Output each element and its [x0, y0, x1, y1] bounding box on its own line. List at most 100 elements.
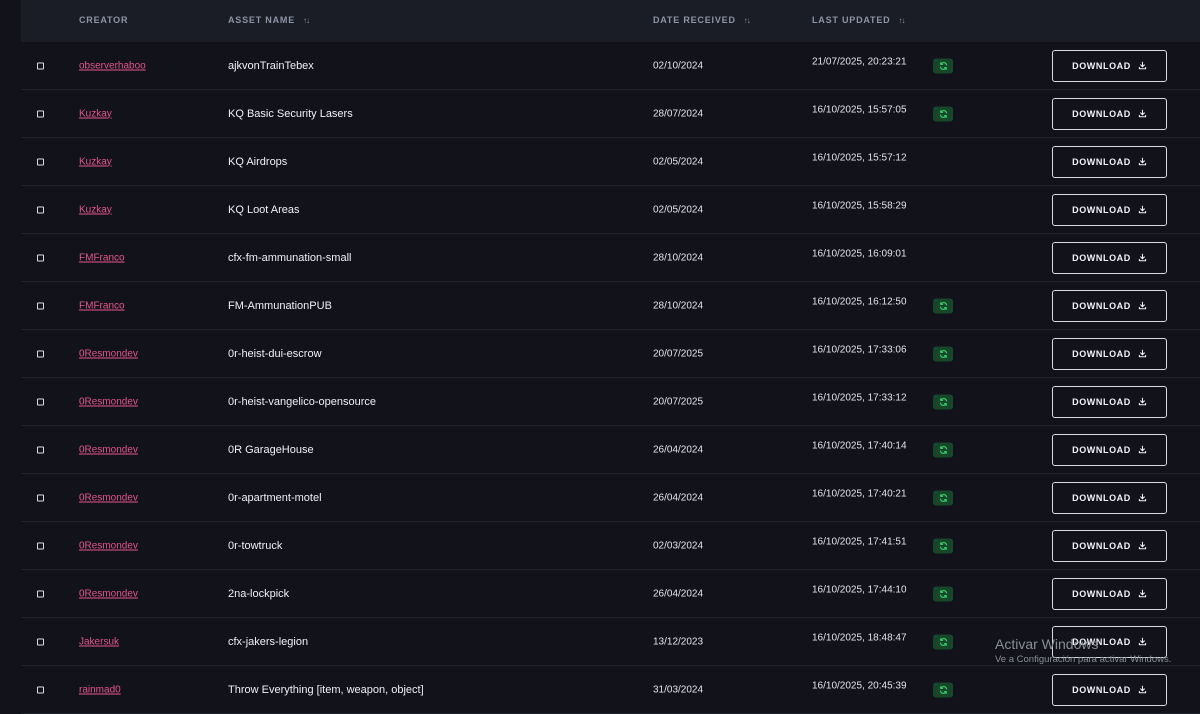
- row-checkbox[interactable]: [37, 686, 44, 693]
- creator-link[interactable]: 0Resmondev: [79, 348, 138, 359]
- creator-link[interactable]: 0Resmondev: [79, 540, 138, 551]
- row-checkbox[interactable]: [37, 494, 44, 501]
- download-button[interactable]: DOWNLOAD: [1052, 529, 1167, 562]
- refresh-icon: [939, 349, 948, 358]
- row-checkbox[interactable]: [37, 254, 44, 261]
- date-received: 26/04/2024: [653, 588, 704, 599]
- creator-link[interactable]: Kuzkay: [79, 156, 112, 167]
- update-available-button[interactable]: [933, 538, 953, 553]
- date-received: 26/04/2024: [653, 444, 704, 455]
- last-updated: 16/10/2025, 17:40:21: [812, 488, 907, 499]
- download-button[interactable]: DOWNLOAD: [1052, 241, 1167, 274]
- refresh-icon: [939, 589, 948, 598]
- download-icon: [1138, 685, 1147, 694]
- asset-name: KQ Loot Areas: [228, 203, 300, 216]
- row-checkbox[interactable]: [37, 590, 44, 597]
- sort-arrows-icon[interactable]: ↑↓: [898, 16, 905, 25]
- column-header-asset-name[interactable]: ASSET NAME ↑↓: [228, 15, 310, 25]
- creator-link[interactable]: 0Resmondev: [79, 588, 138, 599]
- update-available-button[interactable]: [933, 634, 953, 649]
- download-button[interactable]: DOWNLOAD: [1052, 673, 1167, 706]
- row-checkbox[interactable]: [37, 446, 44, 453]
- update-available-button[interactable]: [933, 106, 953, 121]
- creator-link[interactable]: FMFranco: [79, 252, 125, 263]
- creator-link[interactable]: Kuzkay: [79, 204, 112, 215]
- download-button[interactable]: DOWNLOAD: [1052, 337, 1167, 370]
- download-icon: [1138, 445, 1147, 454]
- creator-link[interactable]: FMFranco: [79, 300, 125, 311]
- update-available-button[interactable]: [933, 298, 953, 313]
- table-row: observerhaboo ajkvonTrainTebex 02/10/2024 2…: [21, 42, 1200, 90]
- last-updated: 16/10/2025, 17:33:06: [812, 344, 907, 355]
- last-updated: 16/10/2025, 17:33:12: [812, 392, 907, 403]
- column-header-date-received[interactable]: DATE RECEIVED ↑↓: [653, 15, 751, 25]
- download-label: DOWNLOAD: [1072, 156, 1131, 167]
- date-received: 20/07/2025: [653, 348, 704, 359]
- last-updated: 16/10/2025, 17:40:14: [812, 440, 907, 451]
- row-checkbox[interactable]: [37, 158, 44, 165]
- row-checkbox[interactable]: [37, 542, 44, 549]
- refresh-icon: [939, 685, 948, 694]
- download-icon: [1138, 301, 1147, 310]
- asset-name: KQ Airdrops: [228, 155, 288, 168]
- download-label: DOWNLOAD: [1072, 588, 1131, 599]
- creator-link[interactable]: 0Resmondev: [79, 492, 138, 503]
- column-header-creator: CREATOR: [79, 15, 129, 25]
- row-checkbox[interactable]: [37, 638, 44, 645]
- date-received: 13/12/2023: [653, 636, 704, 647]
- date-received: 28/10/2024: [653, 252, 704, 263]
- download-button[interactable]: DOWNLOAD: [1052, 289, 1167, 322]
- row-checkbox[interactable]: [37, 350, 44, 357]
- download-button[interactable]: DOWNLOAD: [1052, 577, 1167, 610]
- refresh-icon: [939, 541, 948, 550]
- download-button[interactable]: DOWNLOAD: [1052, 49, 1167, 82]
- column-header-last-updated[interactable]: LAST UPDATED ↑↓: [812, 15, 905, 25]
- table-row: 0Resmondev 0R GarageHouse 26/04/2024 16/10/…: [21, 426, 1200, 474]
- row-checkbox[interactable]: [37, 302, 44, 309]
- refresh-icon: [939, 493, 948, 502]
- table-row: 0Resmondev 0r-heist-dui-escrow 20/07/2025 1…: [21, 330, 1200, 378]
- update-available-button[interactable]: [933, 346, 953, 361]
- download-icon: [1138, 205, 1147, 214]
- date-received: 20/07/2025: [653, 396, 704, 407]
- row-checkbox[interactable]: [37, 62, 44, 69]
- creator-link[interactable]: 0Resmondev: [79, 396, 138, 407]
- last-updated: 21/07/2025, 20:23:21: [812, 56, 907, 67]
- refresh-icon: [939, 109, 948, 118]
- creator-link[interactable]: 0Resmondev: [79, 444, 138, 455]
- download-button[interactable]: DOWNLOAD: [1052, 625, 1167, 658]
- download-button[interactable]: DOWNLOAD: [1052, 481, 1167, 514]
- download-button[interactable]: DOWNLOAD: [1052, 193, 1167, 226]
- creator-link[interactable]: Jakersuk: [79, 636, 119, 647]
- creator-link[interactable]: Kuzkay: [79, 108, 112, 119]
- update-available-button[interactable]: [933, 394, 953, 409]
- download-label: DOWNLOAD: [1072, 684, 1131, 695]
- creator-link[interactable]: observerhaboo: [79, 60, 146, 71]
- asset-name: cfx-jakers-legion: [228, 635, 309, 648]
- sort-arrows-icon[interactable]: ↑↓: [303, 16, 310, 25]
- asset-name: 0r-heist-dui-escrow: [228, 347, 322, 360]
- sort-arrows-icon[interactable]: ↑↓: [744, 16, 751, 25]
- table-row: FMFranco cfx-fm-ammunation-small 28/10/202…: [21, 234, 1200, 282]
- download-icon: [1138, 253, 1147, 262]
- update-available-button[interactable]: [933, 490, 953, 505]
- download-button[interactable]: DOWNLOAD: [1052, 145, 1167, 178]
- update-available-button[interactable]: [933, 682, 953, 697]
- download-button[interactable]: DOWNLOAD: [1052, 385, 1167, 418]
- row-checkbox[interactable]: [37, 398, 44, 405]
- update-available-button[interactable]: [933, 58, 953, 73]
- download-button[interactable]: DOWNLOAD: [1052, 97, 1167, 130]
- row-checkbox[interactable]: [37, 206, 44, 213]
- update-available-button[interactable]: [933, 586, 953, 601]
- asset-name: cfx-fm-ammunation-small: [228, 251, 352, 264]
- date-received: 26/04/2024: [653, 492, 704, 503]
- last-updated: 16/10/2025, 18:48:47: [812, 632, 907, 643]
- date-received: 02/05/2024: [653, 204, 704, 215]
- table-header: CREATOR ASSET NAME ↑↓ DATE RECEIVED ↑↓ L…: [21, 0, 1200, 42]
- table-row: Kuzkay KQ Loot Areas 02/05/2024 16/10/2025,…: [21, 186, 1200, 234]
- update-available-button[interactable]: [933, 442, 953, 457]
- creator-link[interactable]: rainmad0: [79, 684, 121, 695]
- table-row: 0Resmondev 0r-apartment-motel 26/04/2024 16…: [21, 474, 1200, 522]
- row-checkbox[interactable]: [37, 110, 44, 117]
- download-button[interactable]: DOWNLOAD: [1052, 433, 1167, 466]
